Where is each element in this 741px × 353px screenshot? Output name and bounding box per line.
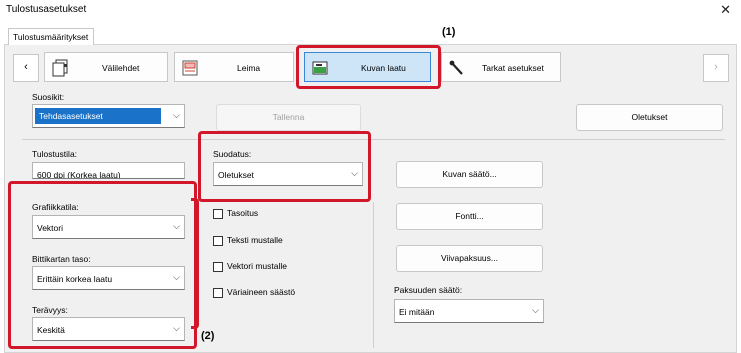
highlight-box-2a	[198, 131, 371, 202]
defaults-button[interactable]: Oletukset	[576, 104, 723, 131]
highlight-box-2c	[191, 198, 199, 329]
chevron-down-icon: ⌵	[532, 305, 539, 315]
highlight-box-1	[296, 45, 441, 89]
checkbox-label: Vektori mustalle	[227, 261, 287, 271]
stamp-icon	[182, 60, 198, 76]
divider	[373, 202, 374, 348]
category-label: Välilehdet	[102, 63, 140, 73]
callout-1: (1)	[442, 26, 456, 38]
favorites-value: Tehdasasetukset	[35, 108, 161, 124]
category-tabs-button[interactable]: Välilehdet	[44, 52, 168, 82]
favorites-select[interactable]: Tehdasasetukset ⌵	[32, 104, 185, 128]
tabs-pages-icon	[52, 59, 68, 77]
checkbox-box[interactable]	[213, 236, 223, 246]
title-bar: Tulostusasetukset ✕	[0, 0, 741, 20]
category-label: Leima	[237, 63, 261, 73]
checkbox-label: Tasoitus	[227, 208, 259, 218]
checkbox-box[interactable]	[213, 262, 223, 272]
image-adjust-button[interactable]: Kuvan säätö...	[396, 161, 543, 188]
checkbox-box[interactable]	[213, 288, 223, 298]
checkbox-label: Väriaineen säästö	[227, 287, 296, 297]
line-width-button[interactable]: Viivapaksuus...	[396, 245, 543, 272]
font-button[interactable]: Fontti...	[396, 203, 543, 230]
favorites-label: Suosikit:	[32, 92, 65, 102]
wrench-icon	[449, 60, 463, 75]
scroll-right-button[interactable]: ›	[703, 54, 729, 82]
save-button[interactable]: Tallenna	[216, 104, 361, 131]
thickness-value: Ei mitään	[399, 307, 435, 317]
scroll-left-button[interactable]: ‹	[13, 54, 39, 82]
thickness-select[interactable]: Ei mitään ⌵	[394, 299, 544, 323]
category-stamp-button[interactable]: Leima	[174, 52, 294, 82]
print-mode-value: 600 dpi (Korkea laatu)	[37, 170, 121, 179]
thickness-label: Paksuuden säätö:	[394, 285, 463, 295]
highlight-box-2b	[8, 181, 197, 349]
print-mode-label: Tulostustila:	[32, 149, 78, 159]
print-mode-select[interactable]: 600 dpi (Korkea laatu)	[32, 162, 185, 179]
callout-2: (2)	[201, 330, 215, 342]
close-icon[interactable]: ✕	[720, 2, 731, 18]
divider	[22, 139, 725, 140]
window-title: Tulostusasetukset	[6, 4, 87, 15]
chevron-down-icon: ⌵	[173, 110, 180, 120]
checkbox-box[interactable]	[213, 209, 223, 219]
checkbox-label: Teksti mustalle	[227, 235, 283, 245]
category-advanced-button[interactable]: Tarkat asetukset	[441, 52, 561, 82]
category-label: Tarkat asetukset	[482, 63, 544, 73]
tab-print-settings[interactable]: Tulostusmääritykset	[8, 28, 95, 45]
